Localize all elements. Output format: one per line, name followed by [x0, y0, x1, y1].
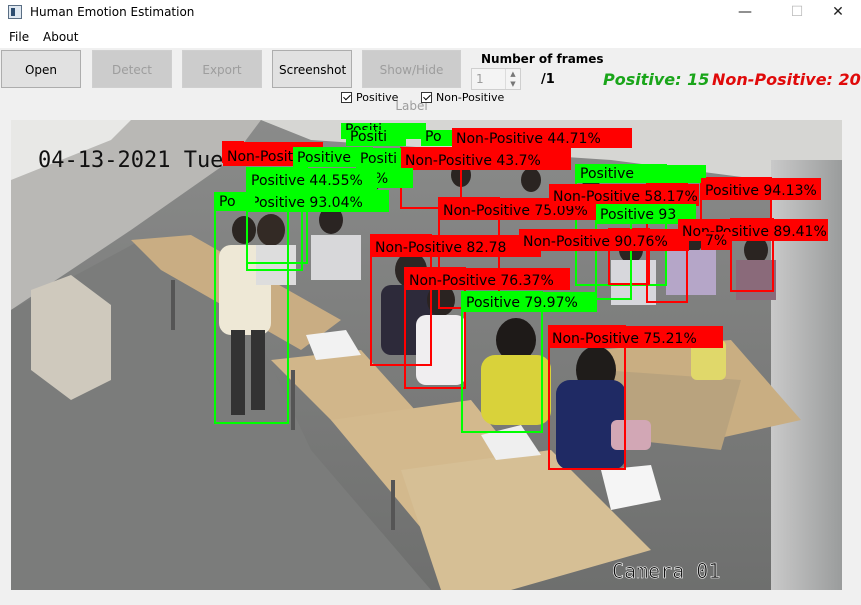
nonpositive-checkbox-label: Non-Positive: [436, 91, 505, 104]
detection-label: Non-Positive 90.76%: [523, 234, 668, 250]
detection-label: Positive 44.55%: [251, 173, 363, 189]
app-icon: [8, 5, 22, 19]
detection-label: Positive 93: [600, 207, 676, 223]
screenshot-button[interactable]: Screenshot: [272, 50, 352, 88]
detection-label: Po: [425, 129, 442, 145]
menu-bar: File About: [0, 26, 861, 48]
menu-about[interactable]: About: [43, 30, 78, 44]
status-bar: [0, 592, 861, 605]
show-hide-label-button[interactable]: Show/Hide Label: [362, 50, 461, 113]
detection-label: Positive 93.04%: [251, 195, 363, 211]
detection-label: Positive: [297, 150, 351, 166]
positive-count: Positive: 15: [603, 70, 710, 89]
positive-checkbox-label: Positive: [356, 91, 399, 104]
detection-label: Non-Positive 75.21%: [552, 331, 697, 347]
video-timestamp: 04-13-2021 Tue: [38, 148, 223, 173]
frames-label: Number of frames: [481, 52, 604, 66]
nonpositive-count: Non-Positive: 20: [712, 70, 861, 89]
nonpositive-checkbox[interactable]: Non-Positive: [421, 91, 504, 104]
frame-spinbox[interactable]: 1 ▲ ▼: [471, 68, 521, 90]
menu-file[interactable]: File: [9, 30, 29, 44]
checkbox-checked-icon[interactable]: [341, 92, 352, 103]
detection-label: Positive 79.97%: [466, 295, 578, 311]
window-title: Human Emotion Estimation: [30, 5, 195, 19]
detection-label: Non-Positive 44.71%: [456, 131, 601, 147]
open-button[interactable]: Open: [1, 50, 81, 88]
detection-label: Po: [219, 194, 236, 210]
detection-label: Positi: [360, 151, 397, 167]
detection-label: 7%: [705, 233, 727, 249]
detection-label: Non-Positive 58.17%: [553, 189, 698, 205]
video-frame: 04-13-2021 Tue Camera 01 Positi Positi Po N…: [11, 120, 842, 590]
detect-button[interactable]: Detect: [92, 50, 172, 88]
spin-arrows-icon[interactable]: ▲ ▼: [505, 69, 520, 89]
close-button[interactable]: ✕: [815, 0, 861, 26]
camera-label: Camera 01: [612, 559, 720, 583]
title-bar: Human Emotion Estimation — ☐ ✕: [0, 0, 861, 26]
detection-label: Positi: [350, 129, 387, 145]
detection-label: Positive 94.13%: [705, 183, 817, 199]
detection-label: Non-Positive 82.78: [375, 240, 506, 256]
frame-spinbox-value: 1: [476, 72, 484, 86]
checkbox-checked-icon[interactable]: [421, 92, 432, 103]
export-button[interactable]: Export: [182, 50, 262, 88]
detection-label: Positive: [580, 166, 634, 182]
maximize-button[interactable]: ☐: [774, 0, 820, 26]
positive-checkbox[interactable]: Positive: [341, 91, 398, 104]
minimize-button[interactable]: —: [722, 0, 768, 26]
classroom-scene: 04-13-2021 Tue Camera 01 Positi Positi Po N…: [11, 120, 842, 590]
toolbar: Open Detect Export Screenshot Show/Hide …: [0, 48, 861, 116]
detection-label: Non-Positive 43.7%: [405, 153, 541, 169]
frames-total: /1: [541, 72, 555, 87]
detection-label: Non-Positive 76.37%: [409, 273, 554, 289]
